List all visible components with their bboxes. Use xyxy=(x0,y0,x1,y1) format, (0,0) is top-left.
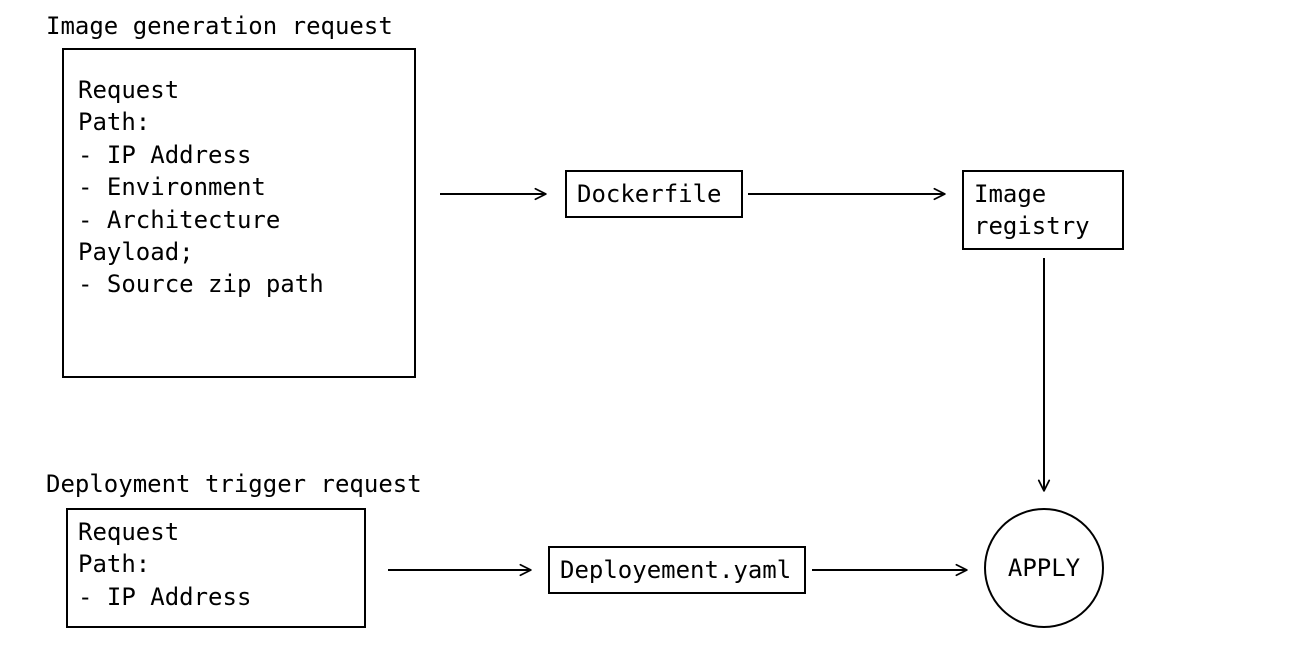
title-image-generation: Image generation request xyxy=(46,12,393,40)
deployment-yaml-box: Deployement.yaml xyxy=(548,546,806,594)
image-registry-box: Image registry xyxy=(962,170,1124,250)
apply-circle: APPLY xyxy=(984,508,1104,628)
request-box: Request Path: - IP Address - Environment… xyxy=(62,48,416,378)
dockerfile-box: Dockerfile xyxy=(565,170,743,218)
deploy-request-box: Request Path: - IP Address xyxy=(66,508,366,628)
diagram-stage: Image generation request Deployment trig… xyxy=(0,0,1316,662)
title-deployment-trigger: Deployment trigger request xyxy=(46,470,422,498)
